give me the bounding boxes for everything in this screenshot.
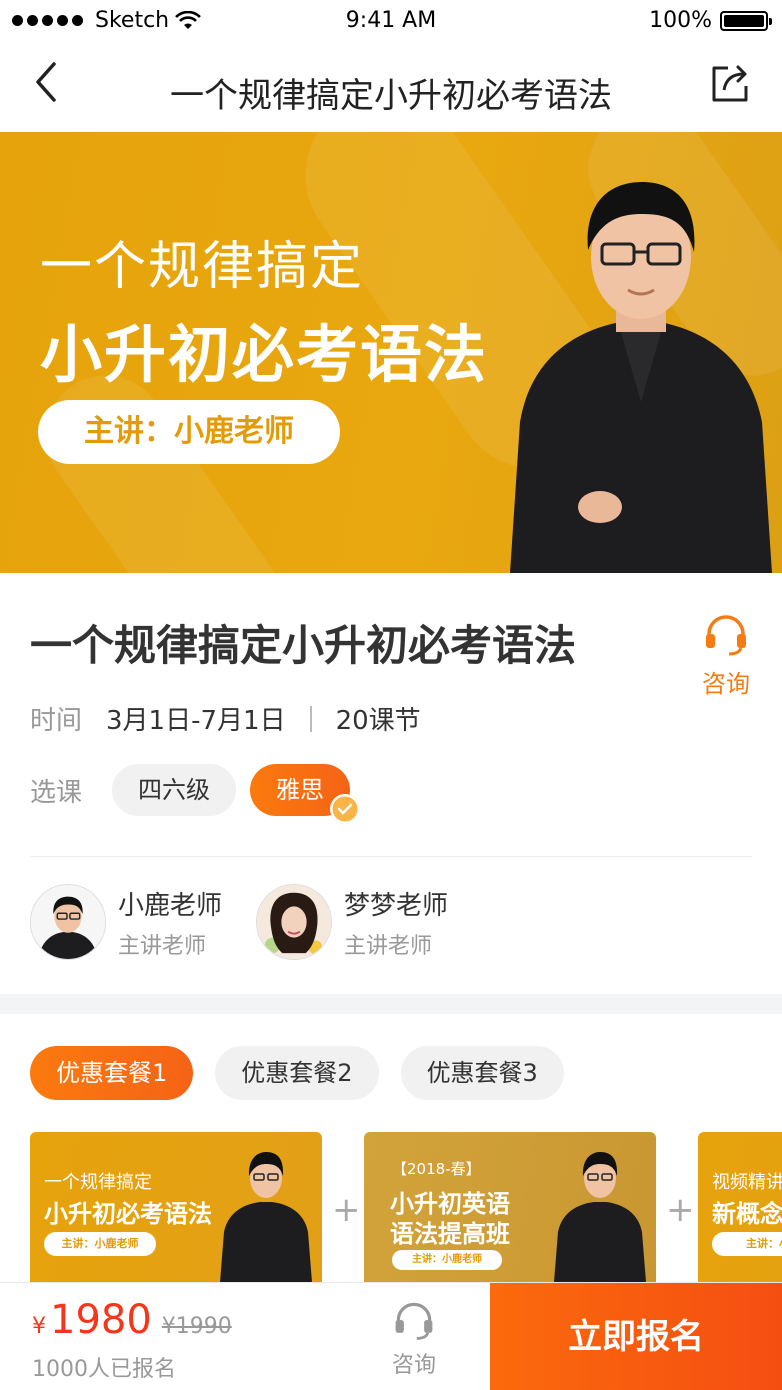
package-tabs: 优惠套餐1 优惠套餐2 优惠套餐3 [30, 1046, 586, 1100]
course-meta: 时间 3月1日-7月1日 20课节 [30, 700, 421, 737]
card-teacher-pill: 主讲：小 [712, 1232, 782, 1256]
teacher-name: 小鹿老师 [118, 890, 223, 921]
package-card[interactable]: 视频精讲 新概念 主讲：小 [698, 1132, 782, 1282]
teacher-role: 主讲老师 [118, 933, 207, 959]
teacher-role: 主讲老师 [344, 933, 433, 959]
headset-icon [706, 615, 746, 656]
lesson-count: 20课节 [335, 706, 421, 736]
headset-icon [395, 1302, 433, 1340]
card-line1: 一个规律搞定 [44, 1172, 152, 1193]
banner-line1: 一个规律搞定 [40, 237, 365, 297]
meta-divider [309, 705, 312, 732]
bottom-bar: ¥ 1980 ¥1990 1000人已报名 咨询 立即报名 [0, 1282, 782, 1390]
card-line1: 视频精讲 [712, 1172, 782, 1193]
banner-teacher-pill: 主讲：小鹿老师 [38, 400, 340, 464]
card-tag: 【2018-春】 [392, 1160, 481, 1178]
chevron-left-icon[interactable] [28, 60, 68, 104]
currency-symbol: ¥ [32, 1314, 46, 1339]
enrolled-count: 1000人已报名 [32, 1357, 176, 1382]
course-banner[interactable]: 一个规律搞定 小升初必考语法 主讲：小鹿老师 [0, 132, 782, 573]
avatar [256, 884, 333, 960]
teacher-photo [554, 1152, 646, 1282]
teacher-info: 小鹿老师 主讲老师 [118, 885, 222, 960]
banner-line2: 小升初必考语法 [40, 318, 489, 391]
teacher-photo [510, 182, 772, 573]
card-line2: 语法提高班 [390, 1220, 510, 1248]
package-cards: 一个规律搞定 小升初必考语法 主讲：小鹿老师 + 【2018-春】 小升初英语 … [30, 1132, 782, 1282]
package-card[interactable]: 【2018-春】 小升初英语 语法提高班 主讲：小鹿老师 [364, 1132, 656, 1282]
original-price: ¥1990 [161, 1314, 232, 1339]
consult-label-top: 咨询 [702, 670, 750, 698]
teacher-name: 梦梦老师 [344, 890, 449, 921]
nav-title: 一个规律搞定小升初必考语法 [170, 76, 612, 116]
select-label: 选课 [30, 777, 83, 808]
price-block: ¥ 1980 ¥1990 [32, 1297, 232, 1343]
time-label: 时间 [30, 706, 83, 736]
divider [30, 856, 752, 857]
card-line2: 新概念 [712, 1200, 782, 1228]
option-ielts[interactable]: 雅思 [250, 764, 361, 824]
consult-button-bottom[interactable]: 咨询 [384, 1299, 444, 1379]
share-icon[interactable] [708, 62, 752, 106]
status-bar: Sketch 9:41 AM 100% [0, 0, 782, 40]
teacher-list: 小鹿老师 主讲老师 梦梦老师 主讲老师 [30, 884, 482, 960]
option-ielts-label: 雅思 [276, 776, 325, 804]
avatar [30, 884, 106, 960]
tab-package-1[interactable]: 优惠套餐1 [30, 1046, 194, 1100]
enroll-button[interactable]: 立即报名 [490, 1283, 782, 1390]
time-value: 3月1日-7月1日 [106, 706, 286, 736]
tab-package-2[interactable]: 优惠套餐2 [215, 1046, 379, 1100]
section-separator [0, 994, 782, 1014]
nav-bar: 一个规律搞定小升初必考语法 [0, 40, 782, 132]
plus-icon: + [666, 1190, 695, 1230]
current-price: 1980 [50, 1297, 152, 1343]
teacher-card[interactable]: 小鹿老师 主讲老师 [30, 884, 222, 960]
card-line2: 小升初必考语法 [44, 1200, 212, 1228]
consult-button-top[interactable]: 咨询 [696, 612, 756, 699]
option-cet[interactable]: 四六级 [112, 764, 237, 816]
plus-icon: + [332, 1190, 361, 1230]
consult-label-bottom: 咨询 [391, 1353, 436, 1378]
package-card[interactable]: 一个规律搞定 小升初必考语法 主讲：小鹿老师 [30, 1132, 322, 1282]
course-title: 一个规律搞定小升初必考语法 [30, 621, 577, 670]
card-teacher-pill: 主讲：小鹿老师 [392, 1250, 502, 1270]
battery-icon [720, 10, 772, 31]
teacher-photo [220, 1152, 312, 1282]
check-icon [330, 794, 361, 824]
tab-package-3[interactable]: 优惠套餐3 [400, 1046, 564, 1100]
status-right: 100% [649, 8, 772, 33]
course-select: 选课 四六级 雅思 [30, 764, 364, 824]
battery-percent: 100% [649, 8, 712, 33]
teacher-card[interactable]: 梦梦老师 主讲老师 [256, 884, 448, 960]
card-teacher-pill: 主讲：小鹿老师 [44, 1232, 156, 1256]
teacher-info: 梦梦老师 主讲老师 [344, 885, 448, 960]
